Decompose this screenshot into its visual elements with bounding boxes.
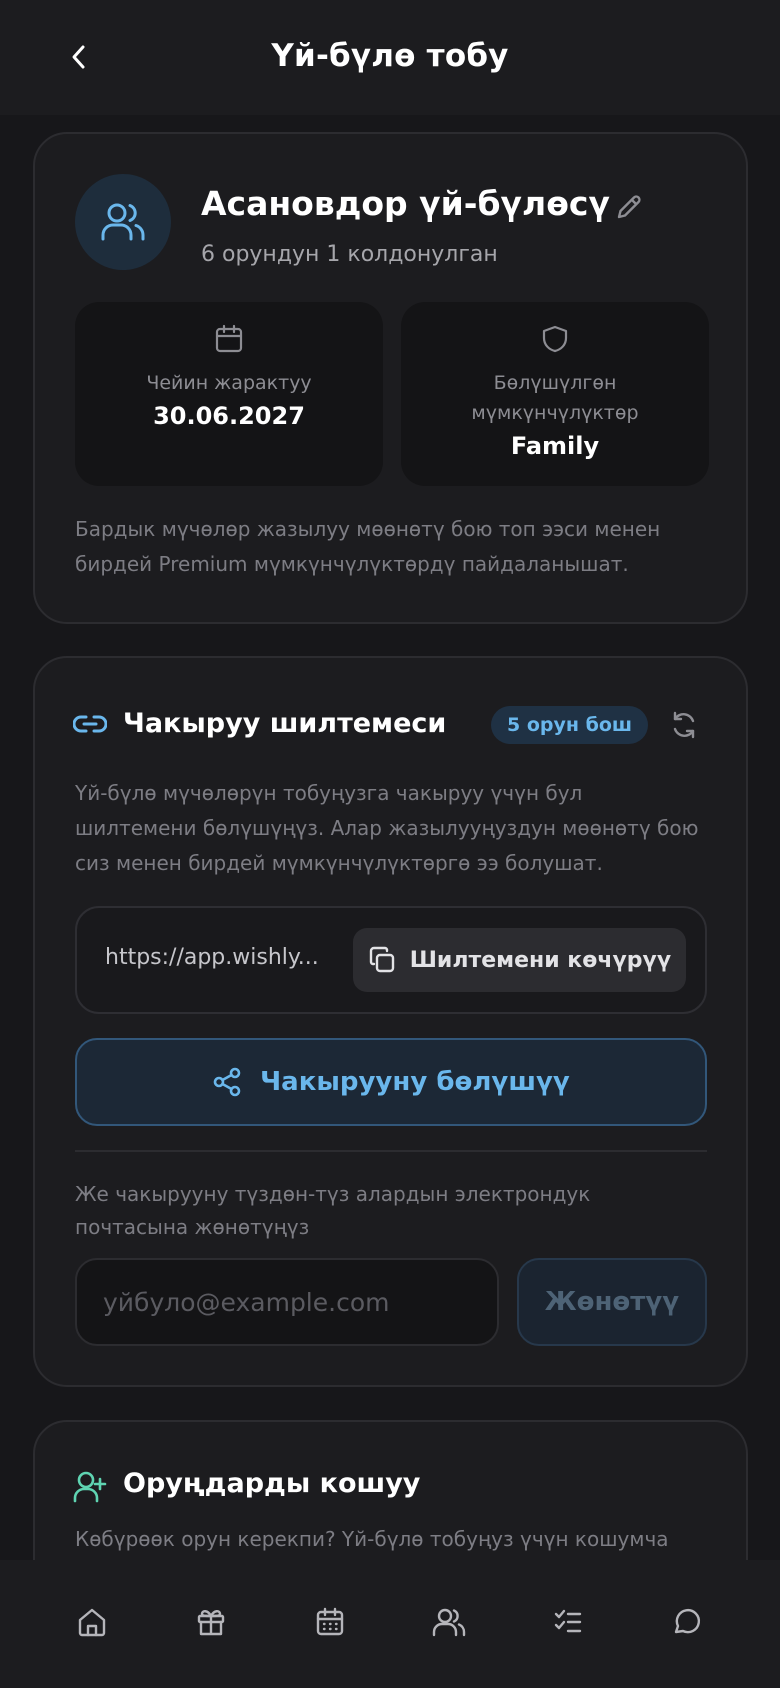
gift-icon: [197, 1610, 225, 1636]
share-invite-label: Чакырууну бөлүшүү: [260, 1067, 570, 1097]
add-seats-title: Оруңдарды кошуу: [123, 1468, 421, 1499]
invite-link-box: https://app.wishly... Шилтемени көчүрүү: [75, 906, 707, 1014]
copy-link-label: Шилтемени көчүрүү: [409, 947, 672, 973]
add-seats-description: Көбүрөөк орун керекпи? Үй-бүлө тобуңуз ү…: [75, 1527, 669, 1551]
users-icon: [101, 203, 145, 241]
nav-home[interactable]: [70, 1600, 114, 1644]
link-icon: [73, 715, 107, 733]
group-note: Бардык мүчөлөр жазылуу мөөнөтү бою топ э…: [75, 517, 661, 576]
nav-tasks[interactable]: [546, 1600, 590, 1644]
share-invite-button[interactable]: Чакырууну бөлүшүү: [75, 1038, 707, 1126]
nav-calendar[interactable]: [308, 1600, 352, 1644]
invite-link-card: Чакыруу шилтемеси 5 орун бош Үй-бүлө мүч…: [33, 656, 748, 1387]
shared-features-value: Family: [510, 432, 600, 460]
email-input[interactable]: [75, 1258, 499, 1346]
divider: [75, 1150, 707, 1152]
valid-until-stat: Чейин жарактуу 30.06.2027: [75, 302, 383, 486]
send-invite-button[interactable]: Жөнөтүү: [517, 1258, 707, 1346]
seats-used-text: 6 орундун 1 колдонулган: [201, 242, 498, 267]
free-seats-badge: 5 орун бош: [491, 706, 649, 744]
edit-group-name-button[interactable]: [610, 188, 648, 226]
nav-chat[interactable]: [665, 1600, 709, 1644]
page-title: Үй-бүлө тобу: [271, 38, 509, 74]
invite-link-text[interactable]: https://app.wishly...: [105, 945, 327, 970]
shared-features-stat: Бөлүшүлгөн мүмкүнчүлүктөр Family: [401, 302, 709, 486]
shared-features-label: Бөлүшүлгөн мүмкүнчүлүктөр: [471, 372, 639, 424]
bottom-nav: [0, 1560, 780, 1688]
refresh-link-button[interactable]: [664, 705, 704, 745]
user-plus-icon: [73, 1471, 107, 1503]
home-icon: [78, 1608, 106, 1637]
refresh-icon: [673, 711, 695, 739]
header: Үй-бүлө тобу: [0, 0, 780, 115]
valid-until-label: Чейин жарактуу: [146, 372, 312, 394]
calendar-icon: [316, 1607, 344, 1636]
email-invite-note: Же чакырууну түздөн-түз алардын электрон…: [75, 1182, 591, 1239]
share-icon: [213, 1067, 241, 1097]
calendar-icon: [215, 324, 243, 353]
nav-family[interactable]: [427, 1600, 471, 1644]
chat-icon: [674, 1608, 701, 1634]
app-root: Үй-бүлө тобу Асановдор үй-бүлөсү 6 орунд…: [0, 0, 780, 1688]
valid-until-value: 30.06.2027: [153, 402, 305, 430]
group-avatar: [75, 174, 171, 270]
users-icon: [432, 1608, 466, 1637]
group-info-card: Асановдор үй-бүлөсү 6 орундун 1 колдонул…: [33, 132, 748, 624]
group-name: Асановдор үй-бүлөсү: [201, 184, 610, 223]
copy-link-button[interactable]: Шилтемени көчүрүү: [353, 928, 686, 992]
shield-icon: [542, 325, 568, 353]
invite-description: Үй-бүлө мүчөлөрүн тобуңузга чакыруу үчүн…: [75, 781, 699, 875]
copy-icon: [369, 946, 394, 973]
checklist-icon: [554, 1609, 582, 1633]
nav-gifts[interactable]: [189, 1600, 233, 1644]
pencil-icon: [617, 195, 641, 219]
invite-link-title: Чакыруу шилтемеси: [123, 708, 447, 739]
